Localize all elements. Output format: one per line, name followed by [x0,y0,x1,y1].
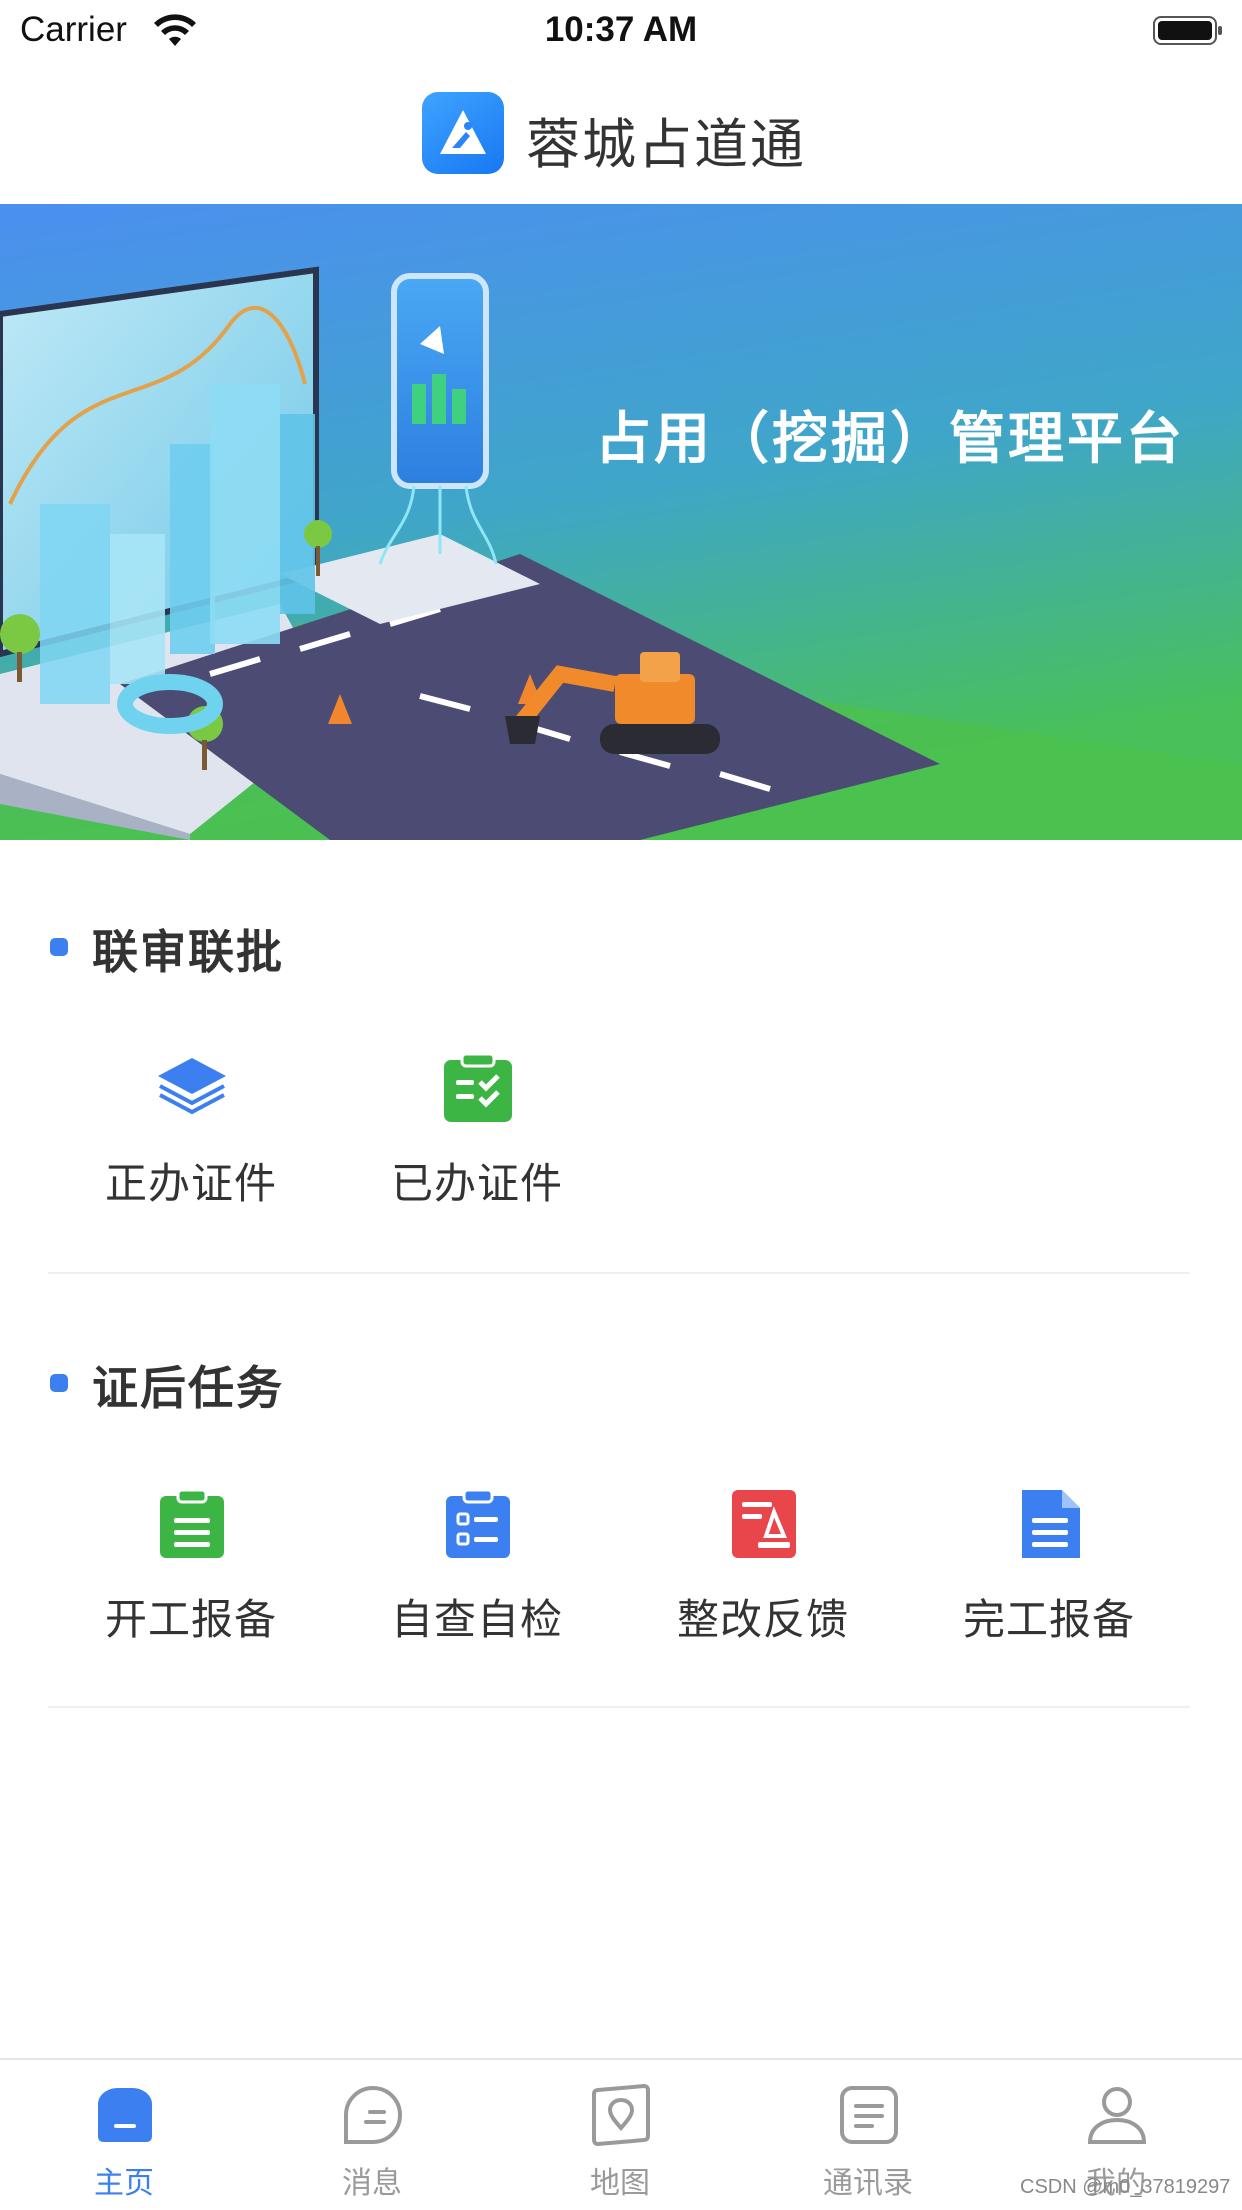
clock: 10:37 AM [544,10,698,49]
tile-rectification-feedback[interactable]: 整改反馈 [620,1488,906,1678]
tile-label: 开工报备 [104,1595,277,1644]
section-title-joint-approval: 联审联批 [92,925,284,979]
tile-pending-permits[interactable]: 正办证件 [48,1052,334,1242]
tab-contacts[interactable]: 通讯录 [744,2060,992,2210]
document-icon [1022,1490,1080,1558]
banner-illustration [0,204,1242,840]
profile-icon [1087,2087,1147,2144]
checklist-icon [446,1488,510,1558]
tile-start-report[interactable]: 开工报备 [48,1488,334,1678]
tile-completion-report[interactable]: 完工报备 [906,1488,1192,1678]
tab-label: 主页 [94,2166,154,2201]
feedback-doc-icon [732,1490,796,1558]
divider [48,1272,1190,1274]
tab-map[interactable]: 地图 [496,2060,744,2210]
clipboard-check-icon [444,1052,512,1122]
hero-banner: 占用（挖掘）管理平台 [0,204,1242,840]
tab-home[interactable]: 主页 [0,2060,248,2210]
battery-icon [1153,16,1222,45]
contacts-icon [840,2086,898,2144]
clipboard-list-icon [160,1488,224,1558]
app-title: 蓉城占道通 [526,113,806,176]
tile-label: 自查自检 [390,1595,563,1644]
section-title-post-permit-tasks: 证后任务 [92,1361,284,1415]
tile-label: 完工报备 [962,1595,1135,1644]
tab-label: 地图 [590,2166,650,2201]
status-bar: Carrier 10:37 AM [0,0,1242,62]
tab-messages[interactable]: 消息 [248,2060,496,2210]
tile-label: 已办证件 [390,1159,563,1208]
message-icon [344,2085,403,2144]
watermark: CSDN @m0_37819297 [1020,2176,1231,2198]
section-marker [50,938,68,956]
tile-label: 正办证件 [104,1159,277,1208]
tile-self-inspection[interactable]: 自查自检 [334,1488,620,1678]
map-icon [592,2084,650,2146]
tile-completed-permits[interactable]: 已办证件 [334,1052,620,1242]
section-marker [50,1374,68,1392]
app-logo-icon [422,92,504,174]
layers-icon [158,1058,226,1115]
divider [48,1706,1190,1708]
tab-label: 消息 [342,2166,402,2201]
app-header: 蓉城占道通 [0,62,1242,204]
tab-label: 通讯录 [823,2166,913,2201]
banner-title: 占用（挖掘）管理平台 [595,407,1185,472]
home-icon [98,2088,152,2142]
tile-label: 整改反馈 [676,1595,849,1644]
